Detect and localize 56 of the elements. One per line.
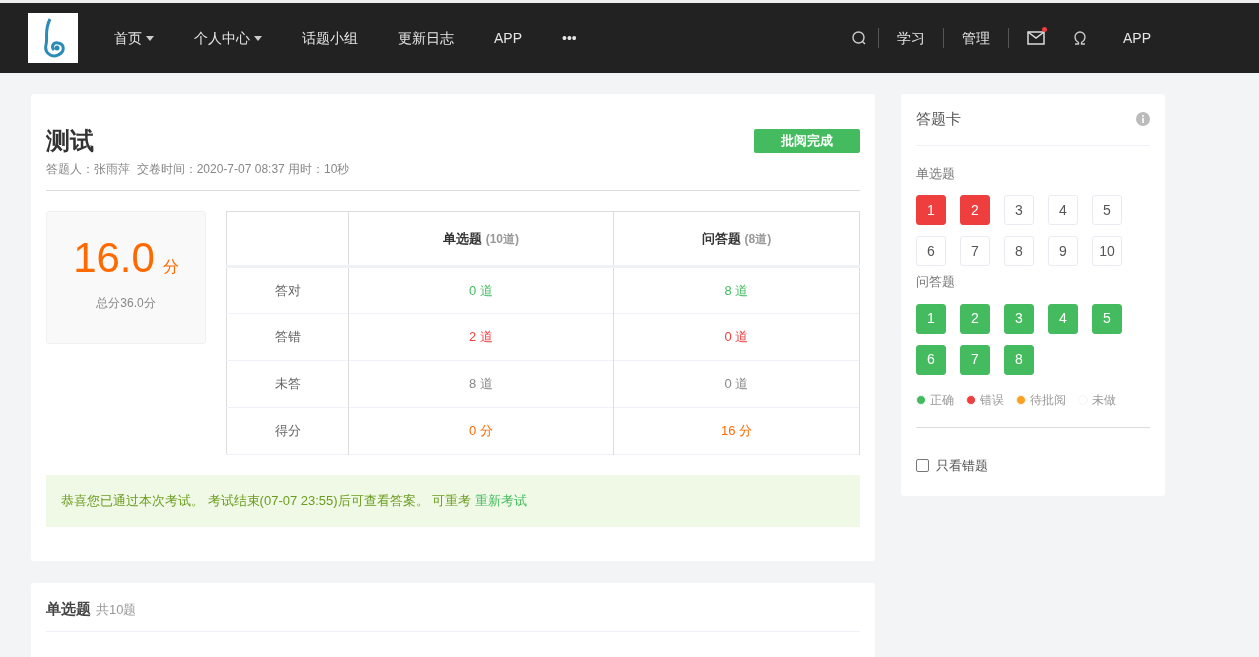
notice-text: 恭喜您已通过本次考试。 考试结束(07-07 23:55)后可查看答案。 可重考	[61, 492, 472, 511]
question-number-button[interactable]: 1	[916, 195, 946, 225]
question-number-button[interactable]: 5	[1092, 195, 1122, 225]
legend-label: 正确	[930, 391, 954, 409]
question-number-button[interactable]: 4	[1048, 195, 1078, 225]
row-label: 答错	[226, 313, 349, 361]
question-number-button[interactable]: 3	[1004, 195, 1034, 225]
section-count: 共10题	[96, 601, 137, 619]
nav-link[interactable]: 更新日志	[384, 27, 468, 49]
table-cell: 8 道	[613, 266, 860, 314]
search-icon[interactable]	[852, 31, 866, 45]
legend-label: 未做	[1092, 391, 1116, 409]
omega-icon[interactable]	[1073, 31, 1087, 45]
section-title: 单选题	[46, 599, 91, 619]
question-number-button[interactable]: 9	[1048, 236, 1078, 266]
table-cell: 16 分	[613, 407, 860, 455]
question-number-button[interactable]: 10	[1092, 236, 1122, 266]
group-title: 问答题	[916, 273, 956, 291]
nav-link[interactable]: 学习	[879, 27, 943, 49]
checkbox-label: 只看错题	[936, 456, 988, 475]
group-title: 单选题	[916, 164, 956, 183]
legend-label: 错误	[980, 391, 1004, 409]
nav-link[interactable]: •••	[548, 27, 591, 49]
mail-icon[interactable]	[1027, 30, 1047, 46]
panel-title: 答题卡	[916, 109, 961, 129]
caret-icon	[254, 35, 262, 41]
exam-meta: 答题人：张雨萍 交卷时间：2020-7-07 08:37 用时：10秒	[46, 160, 860, 191]
nav-link[interactable]: 首页	[100, 27, 168, 49]
score-value: 16.0	[73, 234, 155, 282]
site-logo[interactable]	[28, 13, 78, 63]
legend-label: 待批阅	[1030, 391, 1066, 409]
table-cell: 0 分	[348, 407, 614, 455]
nav-link[interactable]: 个人中心	[180, 27, 276, 49]
question-number-button[interactable]: 2	[960, 195, 990, 225]
nav-link[interactable]: 话题小组	[288, 27, 372, 49]
table-cell: 0 道	[613, 360, 860, 408]
exam-title: 测试	[46, 126, 94, 156]
caret-icon	[146, 35, 154, 41]
checkbox[interactable]	[916, 458, 929, 472]
nav-link[interactable]: APP	[1123, 27, 1151, 49]
column-header: 问答题 (8道)	[613, 211, 860, 267]
question-number-button[interactable]: 8	[1004, 236, 1034, 266]
column-header: 单选题 (10道)	[348, 211, 614, 267]
question-number-button[interactable]: 6	[916, 236, 946, 266]
row-label: 得分	[226, 407, 349, 455]
nav-link[interactable]: APP	[480, 27, 536, 49]
table-cell: 2 道	[348, 313, 614, 361]
table-cell: 0 道	[348, 266, 614, 314]
total-score: 总分36.0分	[96, 295, 156, 312]
nav-link[interactable]: 管理	[944, 27, 1008, 49]
row-label: 答对	[226, 266, 349, 314]
table-cell: 8 道	[348, 360, 614, 408]
score-unit: 分	[162, 257, 179, 277]
row-label: 未答	[226, 360, 349, 408]
question-number-button[interactable]: 7	[960, 236, 990, 266]
table-cell: 0 道	[613, 313, 860, 361]
